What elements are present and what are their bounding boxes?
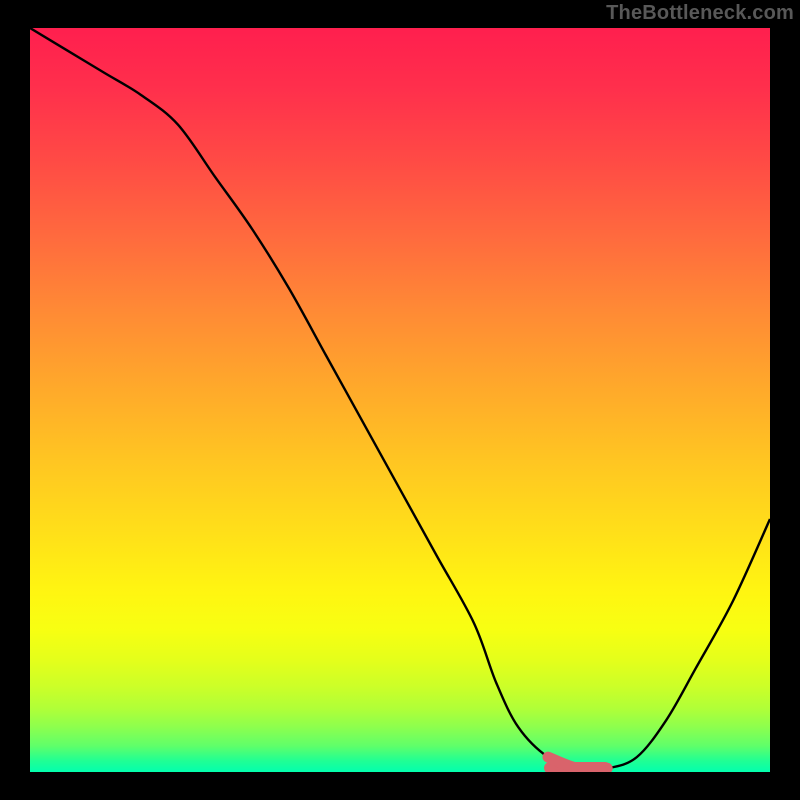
chart-container: TheBottleneck.com <box>0 0 800 800</box>
bottleneck-curve <box>30 28 770 772</box>
plot-area <box>30 28 770 772</box>
optimal-range-curve-overlay <box>548 757 607 769</box>
curve-path <box>30 28 770 770</box>
watermark-text: TheBottleneck.com <box>606 2 794 25</box>
